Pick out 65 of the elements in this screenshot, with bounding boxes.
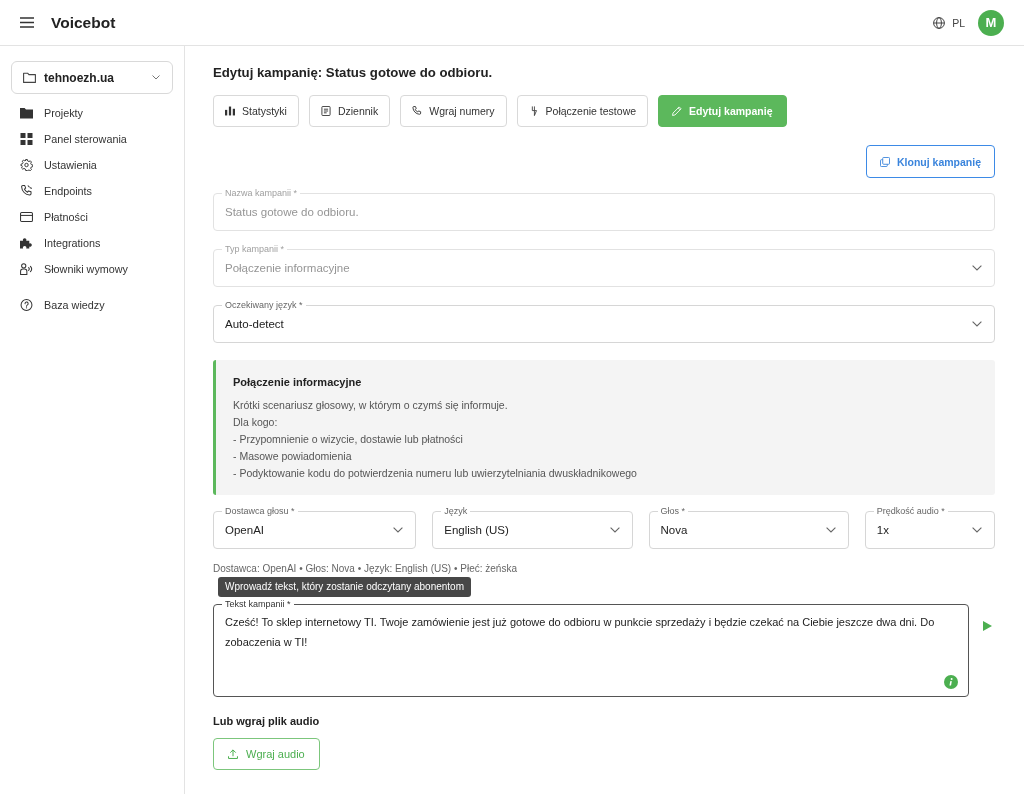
info-title: Połączenie informacyjne xyxy=(233,375,362,390)
tooltip: Wprowadź tekst, który zostanie odczytany abonentom xyxy=(218,577,471,597)
field-label: Tekst kampanii * xyxy=(222,597,294,611)
copy-icon xyxy=(880,156,890,167)
globe-icon xyxy=(933,16,946,29)
field-label: Dostawca głosu * xyxy=(222,504,298,518)
field-label: Prędkość audio * xyxy=(873,504,948,518)
chevron-icon xyxy=(393,527,404,533)
toolbar-tab[interactable]: Statystyki xyxy=(213,95,299,127)
nav-item[interactable]: Projekty xyxy=(20,103,83,123)
chevron-icon xyxy=(152,75,160,80)
select-field[interactable]: Język English (US) xyxy=(432,504,633,549)
info-text: Krótki scenariusz głosowy, w którym o czymś się informuje. xyxy=(233,398,508,413)
chevron-icon xyxy=(825,527,836,533)
project-selector[interactable]: tehnoezh.ua xyxy=(11,61,173,94)
select-field[interactable]: Głos * Nova xyxy=(648,504,849,549)
nav-item[interactable]: Baza wiedzy xyxy=(20,295,105,315)
field-label: Oczekiwany język * xyxy=(222,298,306,312)
chevron-icon xyxy=(972,321,982,327)
puzzle-icon xyxy=(20,237,33,249)
chevron-icon xyxy=(972,265,982,271)
card-icon xyxy=(20,211,33,223)
info-text: Dla kogo: xyxy=(233,415,278,430)
gear-icon xyxy=(20,159,33,171)
nav-item[interactable]: Ustawienia xyxy=(20,155,97,175)
nav-item[interactable]: Panel sterowania xyxy=(20,129,127,149)
chevron-icon xyxy=(609,527,620,533)
section-heading: Lub wgraj plik audio xyxy=(213,714,320,729)
text-area[interactable]: Tekst kampanii * Cześć! To sklep internetowy TI. Twoje zamówienie jest już gotowe do odbioru w punkcie sprzedaży i będzie czekać na Ciebie jeszcze dwa dni. Do zobaczenia w TI! xyxy=(213,597,969,697)
voice-summary: Dostawca: OpenAI • Głos: Nova • Język: English (US) • Płeć: żeńska xyxy=(213,562,517,576)
nav-item[interactable]: Słowniki wymowy xyxy=(20,259,128,279)
bar-chart-icon xyxy=(225,106,235,116)
upload-icon xyxy=(228,749,238,759)
nav-item[interactable]: Płatności xyxy=(20,207,88,227)
chevron-icon xyxy=(972,527,982,533)
info-text: - Przypomnienie o wizycie, dostawie lub płatności xyxy=(233,432,463,447)
select-field[interactable]: Dostawca głosu * OpenAI xyxy=(213,504,417,549)
play-icon[interactable] xyxy=(983,621,992,631)
folder-icon xyxy=(20,107,33,119)
pencil-icon xyxy=(672,106,683,116)
info-icon[interactable] xyxy=(944,675,958,689)
person-voice-icon xyxy=(20,263,33,275)
field-label: Język xyxy=(441,504,471,518)
select-field[interactable]: Oczekiwany język * Auto-detect xyxy=(213,298,995,343)
folder-icon xyxy=(23,72,36,83)
field-label: Nazwa kampanii * xyxy=(222,186,301,200)
help-icon xyxy=(20,299,33,311)
nav-item[interactable]: Integrations xyxy=(20,233,101,253)
document-icon xyxy=(320,106,331,116)
select-field[interactable]: Prędkość audio * 1x xyxy=(864,504,995,549)
clone-campaign-button[interactable]: Klonuj kampanię xyxy=(866,145,995,178)
field-label: Typ kampanii * xyxy=(222,242,288,256)
app-title: Voicebot xyxy=(51,13,116,32)
page-title: Edytuj kampanię: Status gotowe do odbioru. xyxy=(213,64,493,82)
grid-icon xyxy=(20,133,33,145)
info-text: - Masowe powiadomienia xyxy=(233,449,352,464)
info-text: - Podyktowanie kodu do potwierdzenia numeru lub uwierzytelniania dwuskładnikowego xyxy=(233,466,637,481)
language-button[interactable]: PL xyxy=(933,16,965,29)
toolbar-tab[interactable]: Wgraj numery xyxy=(400,95,507,127)
toolbar-tab[interactable]: Połączenie testowe xyxy=(516,95,649,127)
toolbar-tab[interactable]: Dziennik xyxy=(308,95,391,127)
nav-item[interactable]: Endpoints xyxy=(20,181,93,201)
phone-icon xyxy=(20,185,33,197)
menu-icon[interactable] xyxy=(20,17,34,28)
phone-icon xyxy=(412,106,423,116)
